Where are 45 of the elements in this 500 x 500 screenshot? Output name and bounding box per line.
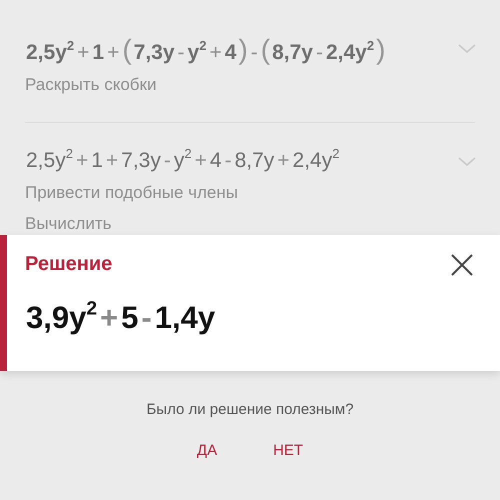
math-term: 7,3y	[132, 41, 176, 65]
feedback-button[interactable]: ДА	[190, 442, 224, 459]
math-term: 2,4y$^{2}$	[292, 149, 340, 173]
operator: +	[276, 149, 291, 173]
step-hint: Вычислить	[25, 213, 112, 235]
parenthesis: (	[121, 36, 133, 64]
math-term: 2,5y$^{2}$	[25, 149, 74, 173]
operator: -	[140, 300, 153, 336]
math-term: y$^{2}$	[172, 149, 193, 173]
math-term: 7,3y	[120, 149, 162, 173]
parenthesis: (	[260, 36, 272, 64]
math-term: 2,4y$^{2}$	[324, 41, 376, 65]
math-term: 1	[91, 41, 106, 65]
operator: +	[74, 149, 90, 173]
math-term: 4	[224, 41, 238, 65]
operator: -	[314, 41, 324, 65]
close-icon[interactable]	[451, 254, 473, 276]
feedback-question: Было ли решение полезным?	[145, 401, 355, 418]
chevron-down-icon[interactable]	[458, 44, 476, 54]
operator: +	[99, 300, 120, 336]
operator: +	[208, 41, 223, 65]
math-term: 8,7y	[271, 41, 314, 65]
math-term: 8,7y	[234, 149, 276, 173]
math-term: 1	[90, 149, 104, 173]
operator: -	[250, 41, 259, 65]
operator: -	[176, 41, 186, 65]
feedback-button[interactable]: НЕТ	[267, 442, 310, 459]
operator: +	[106, 41, 120, 65]
parenthesis: )	[237, 36, 249, 64]
solution-title: Решение	[25, 253, 112, 276]
math-term: 4	[208, 149, 223, 173]
parenthesis: )	[375, 36, 386, 64]
math-term: 2,5y$^{2}$	[25, 41, 76, 65]
math-term: 5	[120, 300, 140, 336]
operator: -	[224, 149, 233, 173]
operator: +	[194, 149, 208, 173]
step-hint: Раскрыть скобки	[25, 74, 158, 96]
operator: +	[104, 149, 120, 173]
chevron-down-icon[interactable]	[458, 157, 476, 167]
math-term: 1,4y	[154, 300, 216, 336]
step-hint: Привести подобные члены	[25, 182, 239, 204]
operator: +	[76, 41, 90, 65]
math-term: 3,9y$^{2}$	[25, 300, 98, 336]
math-term: y$^{2}$	[186, 41, 208, 65]
operator: -	[162, 149, 172, 173]
